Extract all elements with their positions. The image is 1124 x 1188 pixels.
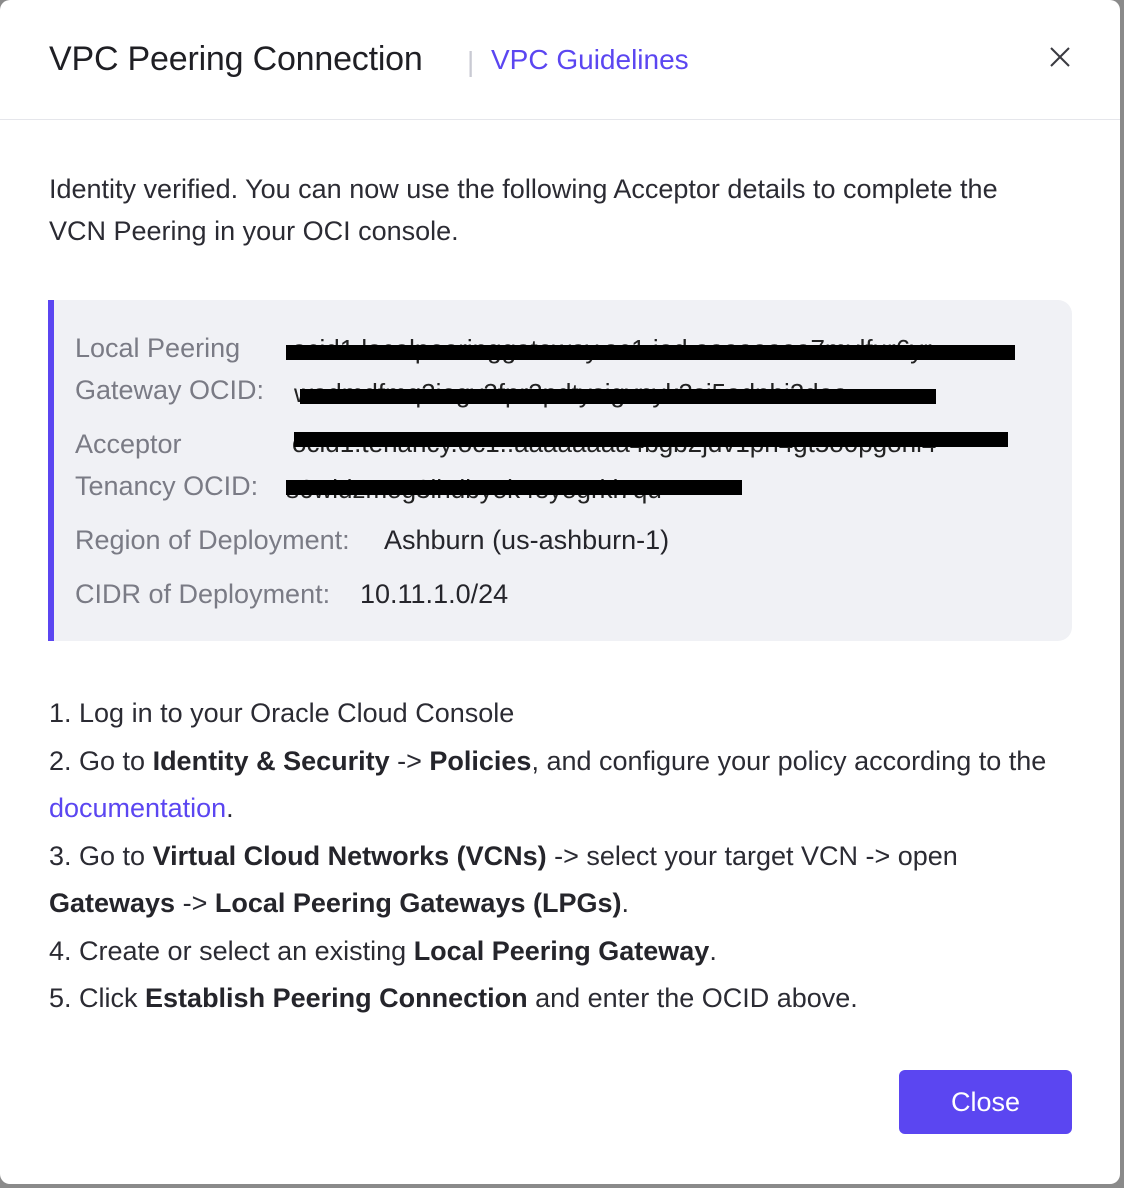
title-separator: |: [467, 46, 475, 77]
step-3-lpgs: Local Peering Gateways (LPGs): [214, 888, 622, 918]
step-4-prefix: 4. Create or select an existing: [49, 935, 414, 966]
step-4-end: .: [709, 935, 717, 966]
step-5: 5. Click Establish Peering Connection an…: [49, 975, 1069, 1023]
step-3-gateways: Gateways: [49, 888, 176, 918]
region-value: Ashburn (us-ashburn-1): [384, 525, 670, 555]
step-3-middle: -> select your target VCN -> open: [546, 840, 958, 871]
step-1-text: 1. Log in to your Oracle Cloud Console: [49, 698, 515, 728]
acceptor-label-line1: Acceptor: [75, 429, 182, 459]
step-5-establish: Establish Peering Connection: [145, 983, 528, 1013]
step-1: 1. Log in to your Oracle Cloud Console: [49, 690, 1069, 738]
step-3-vcns: Virtual Cloud Networks (VCNs): [152, 840, 547, 871]
vpc-peering-modal: VPC Peering Connection | VPC Guidelines …: [0, 0, 1120, 1184]
redaction-bar: [294, 432, 1008, 447]
cidr-value: 10.11.1.0/24: [360, 579, 509, 609]
step-2-middle: , and configure your policy according to…: [531, 745, 1047, 776]
modal-header: VPC Peering Connection | VPC Guidelines: [0, 0, 1120, 120]
step-4-lpg: Local Peering Gateway: [413, 935, 710, 966]
redaction-bar: [286, 480, 742, 495]
step-3-end: .: [621, 888, 629, 918]
instructions-list: 1. Log in to your Oracle Cloud Console 2…: [49, 690, 1069, 1023]
intro-text: Identity verified. You can now use the f…: [49, 174, 998, 246]
step-2-policies: Policies: [429, 745, 532, 776]
vpc-guidelines-link[interactable]: VPC Guidelines: [491, 44, 689, 76]
step-3-arrow: ->: [175, 888, 215, 918]
step-4: 4. Create or select an existing Local Pe…: [49, 928, 1069, 976]
step-2-prefix: 2. Go to: [49, 745, 153, 776]
redaction-bar: [300, 389, 936, 404]
step-5-prefix: 5. Click: [49, 983, 146, 1013]
modal-title: VPC Peering Connection: [49, 40, 423, 78]
region-label: Region of Deployment:: [75, 525, 350, 555]
step-2: 2. Go to Identity & Security -> Policies…: [49, 738, 1069, 833]
acceptor-details-panel: Local Peering Gateway OCID: ocid1.localp…: [48, 300, 1072, 641]
step-3: 3. Go to Virtual Cloud Networks (VCNs) -…: [49, 833, 1069, 928]
close-icon-svg: [1050, 47, 1070, 67]
step-3-prefix: 3. Go to: [49, 840, 153, 871]
close-icon[interactable]: [1045, 42, 1075, 72]
local-peering-label-line2: Gateway OCID:: [75, 375, 265, 405]
step-2-end: .: [226, 793, 234, 823]
step-5-end: and enter the OCID above.: [527, 983, 858, 1013]
acceptor-label-line2: Tenancy OCID:: [75, 471, 259, 501]
step-2-identity-security: Identity & Security: [152, 745, 390, 776]
cidr-label: CIDR of Deployment:: [75, 579, 331, 609]
step-2-arrow: ->: [389, 745, 430, 776]
documentation-link[interactable]: documentation: [49, 793, 226, 823]
local-peering-label-line1: Local Peering: [75, 333, 241, 363]
close-button[interactable]: Close: [899, 1070, 1072, 1134]
redaction-bar: [286, 345, 1015, 360]
